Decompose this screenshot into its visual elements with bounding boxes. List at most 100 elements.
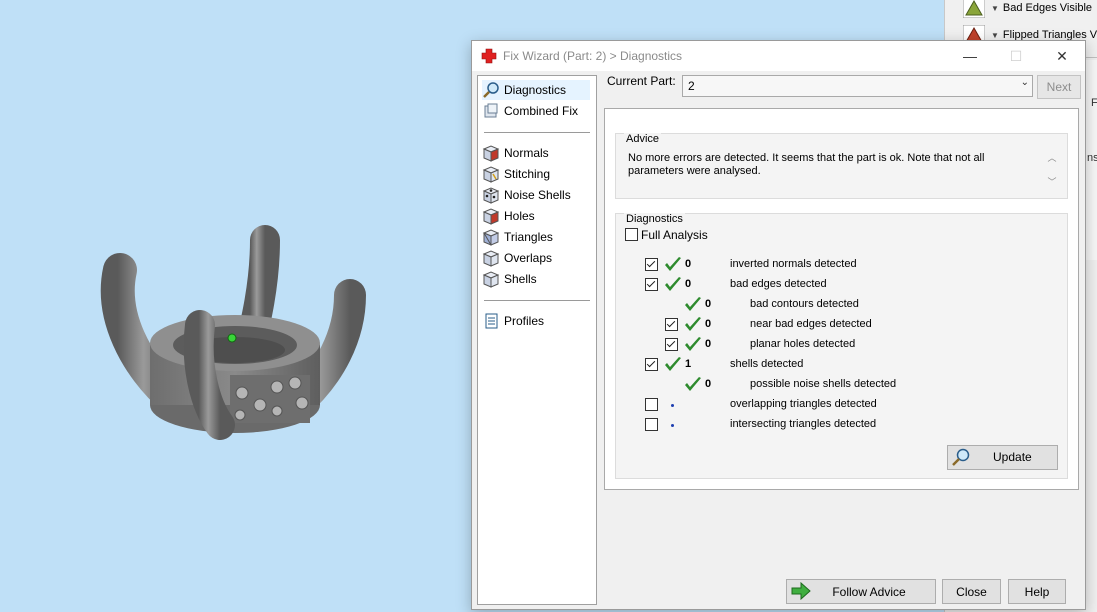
current-part-value: 2 [688, 79, 695, 93]
diagnostic-count: 1 [685, 358, 692, 370]
diagnostics-panel: Advice No more errors are detected. It s… [604, 108, 1079, 490]
ring-setting-model[interactable] [80, 215, 380, 445]
diagnostic-count: 0 [705, 338, 712, 350]
follow-advice-label: Follow Advice [832, 584, 906, 599]
nav-item-combined-fix[interactable]: Combined Fix [482, 101, 578, 121]
chevron-down-icon[interactable]: ﹀ [1045, 172, 1059, 196]
nav-item-noise-shells[interactable]: Noise Shells [482, 185, 571, 205]
overlaps-cube-icon [482, 250, 500, 267]
diagnostic-checkbox[interactable] [645, 398, 658, 411]
advice-scrollbar[interactable]: ︿ ﹀ [1045, 148, 1059, 196]
update-button[interactable]: Update [947, 445, 1058, 470]
diagnostic-checkbox[interactable] [645, 358, 658, 371]
red-cross-icon [481, 48, 497, 64]
full-analysis-label: Full Analysis [641, 228, 708, 242]
normals-cube-icon [482, 145, 500, 162]
nav-separator [484, 300, 590, 301]
diagnostic-row: 0 possible noise shells detected [616, 377, 1056, 393]
nav-item-normals[interactable]: Normals [482, 143, 549, 163]
advice-text: No more errors are detected. It seems th… [628, 152, 985, 177]
diagnostic-count: 0 [705, 298, 712, 310]
close-button[interactable]: Close [942, 579, 1001, 604]
nav-label: Noise Shells [504, 188, 571, 202]
holes-cube-icon [482, 208, 500, 225]
diagnostic-count: 0 [685, 278, 692, 290]
stitching-cube-icon [482, 166, 500, 183]
help-button[interactable]: Help [1008, 579, 1066, 604]
diagnostic-row: 1 shells detected [616, 357, 1056, 373]
diagnostics-group: Diagnostics Full Analysis 0 inverted norm… [615, 213, 1068, 479]
full-analysis-checkbox[interactable] [625, 228, 638, 241]
diagnostic-checkbox[interactable] [645, 278, 658, 291]
diagnostic-row: 0 near bad edges detected [616, 317, 1056, 333]
diagnostic-label: possible noise shells detected [750, 378, 897, 390]
diagnostic-checkbox[interactable] [665, 318, 678, 331]
pending-dot-icon [671, 424, 674, 427]
triangle-icon [963, 0, 985, 18]
diagnostic-row: 0 bad contours detected [616, 297, 1056, 313]
follow-advice-button[interactable]: Follow Advice [786, 579, 936, 604]
green-check-icon [685, 377, 701, 391]
diagnostic-row: 0 inverted normals detected [616, 257, 1056, 273]
nav-item-stitching[interactable]: Stitching [482, 164, 550, 184]
diagnostic-row: 0 bad edges detected [616, 277, 1056, 293]
diagnostic-label: intersecting triangles detected [730, 418, 877, 430]
update-label: Update [993, 450, 1032, 464]
diagnostic-checkbox[interactable] [665, 338, 678, 351]
diagnostic-label: bad contours detected [750, 298, 859, 310]
diagnostic-row: 0 planar holes detected [616, 337, 1056, 353]
dialog-title: Fix Wizard (Part: 2) > Diagnostics [503, 49, 683, 63]
shells-cube-icon [482, 271, 500, 288]
next-button[interactable]: Next [1037, 75, 1081, 99]
green-check-icon [685, 317, 701, 331]
magnifier-icon [952, 448, 970, 466]
nav-item-overlaps[interactable]: Overlaps [482, 248, 552, 268]
nav-label: Profiles [504, 314, 545, 328]
nav-label: Normals [504, 146, 549, 160]
minimize-button[interactable]: — [947, 41, 993, 71]
diagnostic-count: 0 [705, 378, 712, 390]
diagnostic-label: shells detected [730, 358, 804, 370]
diagnostics-title: Diagnostics [624, 213, 685, 225]
chevron-down-icon[interactable]: ▼ [991, 31, 999, 40]
green-check-icon [685, 297, 701, 311]
nav-label: Stitching [504, 167, 551, 181]
green-check-icon [665, 357, 681, 371]
title-bar[interactable]: Fix Wizard (Part: 2) > Diagnostics — ☐ ✕ [472, 41, 1085, 71]
nav-item-holes[interactable]: Holes [482, 206, 535, 226]
wizard-nav: Diagnostics Combined Fix Normals Stitchi… [477, 75, 597, 605]
noise-shells-cube-icon [482, 187, 500, 204]
nav-item-shells[interactable]: Shells [482, 269, 537, 289]
triangles-cube-icon [482, 229, 500, 246]
clipped-text: ns [1087, 152, 1097, 164]
nav-label: Triangles [504, 230, 553, 244]
green-check-icon [665, 277, 681, 291]
diagnostic-checkbox[interactable] [645, 258, 658, 271]
diagnostic-label: planar holes detected [750, 338, 856, 350]
diagnostic-label: near bad edges detected [750, 318, 872, 330]
diagnostic-row: intersecting triangles detected [616, 417, 1056, 433]
nav-item-profiles[interactable]: Profiles [482, 311, 544, 331]
close-window-button[interactable]: ✕ [1039, 41, 1085, 71]
current-part-select[interactable]: 2 ⌄ [682, 75, 1033, 97]
nav-item-diagnostics[interactable]: Diagnostics [482, 80, 590, 100]
maximize-button[interactable]: ☐ [993, 41, 1039, 71]
diagnostic-row: overlapping triangles detected [616, 397, 1056, 413]
chevron-up-icon[interactable]: ︿ [1045, 148, 1059, 172]
document-icon [485, 313, 498, 329]
diagnostic-checkbox[interactable] [645, 418, 658, 431]
current-part-label: Current Part: [607, 74, 676, 88]
bad-edges-visible-item[interactable]: ▼ Bad Edges Visible [963, 0, 1092, 19]
magnifier-icon [483, 82, 499, 98]
nav-label: Shells [504, 272, 537, 286]
chevron-down-icon: ⌄ [1020, 77, 1029, 88]
nav-item-triangles[interactable]: Triangles [482, 227, 553, 247]
nav-label: Overlaps [504, 251, 553, 265]
advice-group: Advice No more errors are detected. It s… [615, 133, 1068, 199]
green-check-icon [665, 257, 681, 271]
fix-wizard-dialog: Fix Wizard (Part: 2) > Diagnostics — ☐ ✕… [471, 40, 1086, 610]
diagnostic-label: bad edges detected [730, 278, 827, 290]
nav-label: Diagnostics [504, 83, 567, 97]
pending-dot-icon [671, 404, 674, 407]
chevron-down-icon[interactable]: ▼ [991, 4, 999, 13]
